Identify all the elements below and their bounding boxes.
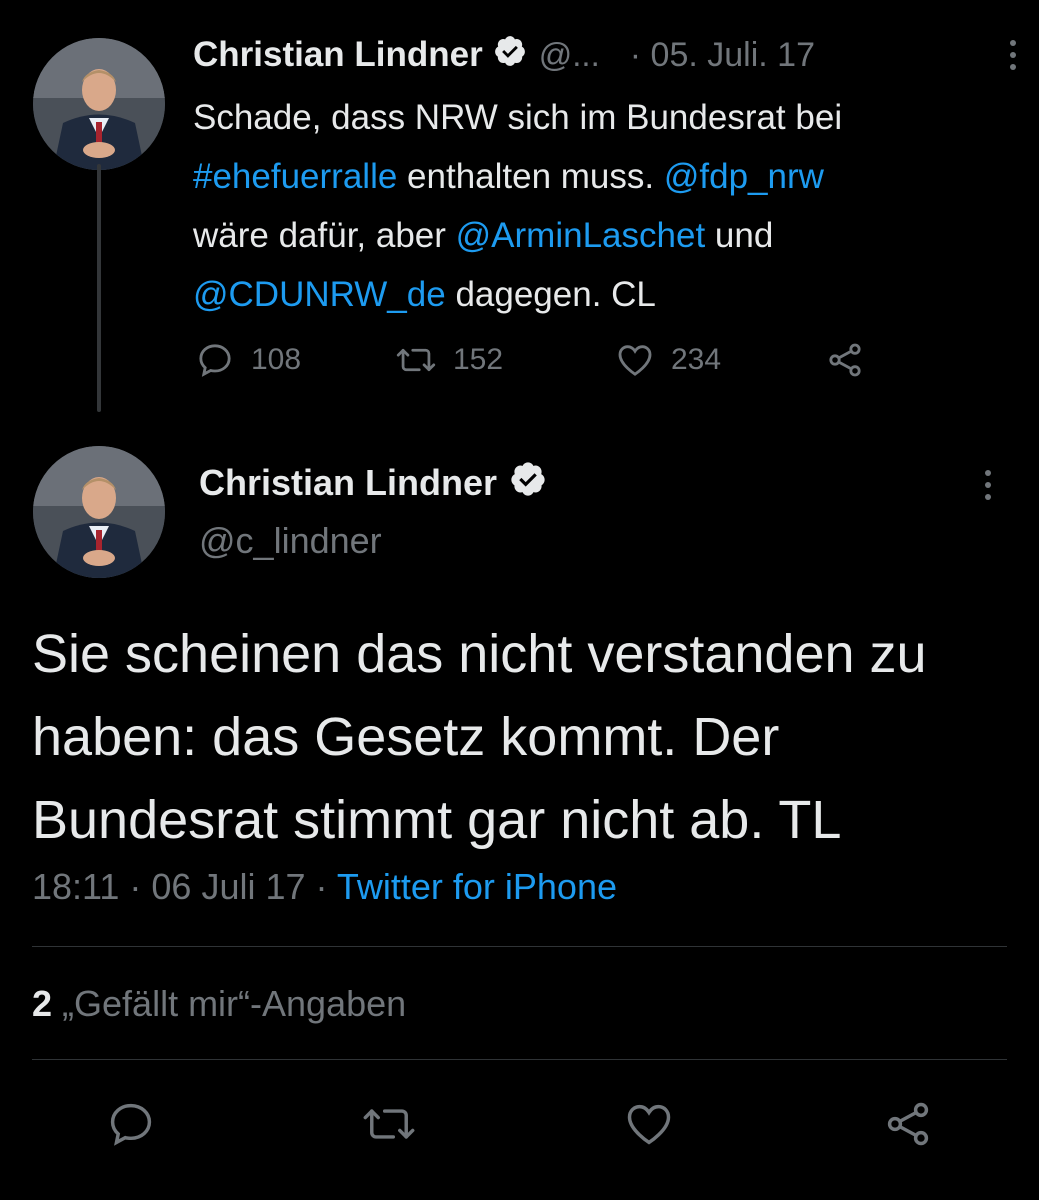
more-dots-icon[interactable] <box>985 470 991 500</box>
share-button[interactable] <box>882 1098 934 1155</box>
mention-link[interactable]: @fdp_nrw <box>664 157 824 196</box>
like-count: 234 <box>671 343 722 376</box>
share-icon <box>829 343 861 377</box>
author-name[interactable]: Christian Lindner <box>193 35 483 75</box>
retweet-button[interactable]: 152 <box>395 340 503 380</box>
tweet1-header: Christian Lindner @... · 05. Juli. 17 <box>193 30 1016 80</box>
thread-line <box>97 164 101 412</box>
more-dots-icon[interactable] <box>1010 40 1016 70</box>
tweet-text-segment: und <box>705 216 774 255</box>
likes-label: „Gefällt mir“-Angaben <box>52 983 407 1024</box>
divider <box>32 946 1007 947</box>
share-icon <box>887 1102 929 1146</box>
author-handle[interactable]: @... <box>539 36 600 74</box>
tweet-text-segment: enthalten muss. <box>397 157 664 196</box>
tweet2-text: Sie scheinen das nicht verstanden zu hab… <box>32 624 927 850</box>
tweet-text-segment: dagegen. CL <box>445 275 656 314</box>
reply-button[interactable] <box>105 1098 157 1155</box>
tweet-date[interactable]: · 05. Juli. 17 <box>630 36 815 75</box>
tweet-text-line: Schade, dass NRW sich im Bundesrat bei <box>193 98 843 137</box>
tweet1-actions: 108 152 234 <box>195 340 895 388</box>
share-button[interactable] <box>825 340 865 380</box>
likes-count: 2 <box>32 983 53 1024</box>
heart-icon <box>618 345 652 376</box>
retweet-icon <box>396 348 436 372</box>
retweet-button[interactable] <box>361 1098 417 1155</box>
tweet-meta: 18:11 · 06 Juli 17 · Twitter for iPhone <box>32 866 617 908</box>
divider <box>32 1059 1007 1060</box>
retweet-count: 152 <box>453 343 504 376</box>
author-handle[interactable]: @c_lindner <box>199 520 382 562</box>
reply-button[interactable]: 108 <box>195 340 301 380</box>
mention-link[interactable]: @ArminLaschet <box>456 216 706 255</box>
avatar[interactable] <box>33 38 165 170</box>
verified-badge-icon <box>509 460 547 507</box>
heart-icon <box>627 1104 671 1145</box>
tweet-text-segment: wäre dafür, aber <box>193 216 456 255</box>
retweet-icon <box>363 1109 415 1139</box>
reply-icon <box>199 344 231 377</box>
reply-count: 108 <box>251 343 302 376</box>
like-button[interactable]: 234 <box>615 340 721 380</box>
tweet-source-link[interactable]: Twitter for iPhone <box>337 866 617 907</box>
like-button[interactable] <box>623 1098 675 1155</box>
verified-badge-icon <box>493 34 527 77</box>
tweet1-text: Schade, dass NRW sich im Bundesrat bei #… <box>193 88 1023 324</box>
tweet2-actions <box>0 1098 1039 1152</box>
mention-link[interactable]: @CDUNRW_de <box>193 275 446 314</box>
tweet2-author: Christian Lindner <box>199 458 547 508</box>
hashtag-link[interactable]: #ehefuerralle <box>193 157 397 196</box>
reply-icon <box>110 1103 152 1146</box>
author-name[interactable]: Christian Lindner <box>199 462 497 504</box>
avatar[interactable] <box>33 446 165 578</box>
likes-summary[interactable]: 2 „Gefällt mir“-Angaben <box>32 983 406 1025</box>
tweet-timestamp[interactable]: 18:11 · 06 Juli 17 · <box>32 866 337 907</box>
